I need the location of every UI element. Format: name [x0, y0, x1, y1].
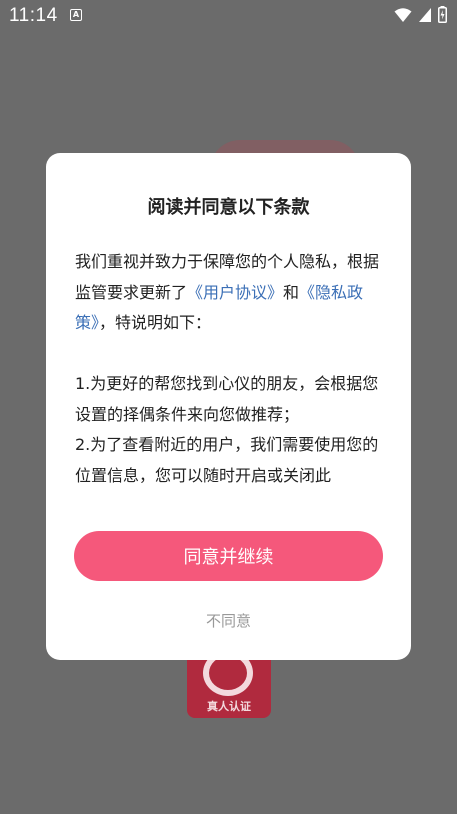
terms-dialog: 阅读并同意以下条款 我们重视并致力于保障您的个人隐私，根据监管要求更新了《用户协…: [46, 153, 411, 660]
disagree-button[interactable]: 不同意: [46, 610, 411, 631]
status-bar: 11:14 A: [0, 0, 457, 32]
agree-continue-button[interactable]: 同意并继续: [74, 531, 383, 581]
terms-item-1: 1.为更好的帮您找到心仪的朋友，会根据您设置的择偶条件来向您做推荐；: [75, 374, 379, 424]
intro-paragraph: 我们重视并致力于保障您的个人隐私，根据监管要求更新了《用户协议》和《隐私政策》，…: [75, 247, 387, 339]
status-time: 11:14: [9, 5, 58, 26]
intro-text-end: ，特说明如下：: [99, 313, 212, 332]
notification-icon: A: [70, 9, 82, 21]
dialog-title: 阅读并同意以下条款: [147, 197, 310, 218]
battery-icon: [438, 6, 447, 23]
verify-badge-label: 真人认证: [207, 700, 251, 713]
terms-item-2: 2.为了查看附近的用户，我们需要使用您的位置信息，您可以随时开启或关闭此: [75, 435, 379, 485]
user-agreement-link[interactable]: 《用户协议》: [187, 283, 283, 302]
signal-icon: [419, 7, 431, 22]
intro-and: 和: [283, 282, 300, 302]
dialog-body: 我们重视并致力于保障您的个人隐私，根据监管要求更新了《用户协议》和《隐私政策》，…: [75, 247, 387, 491]
status-icons: [394, 6, 447, 23]
wifi-icon: [394, 7, 412, 22]
